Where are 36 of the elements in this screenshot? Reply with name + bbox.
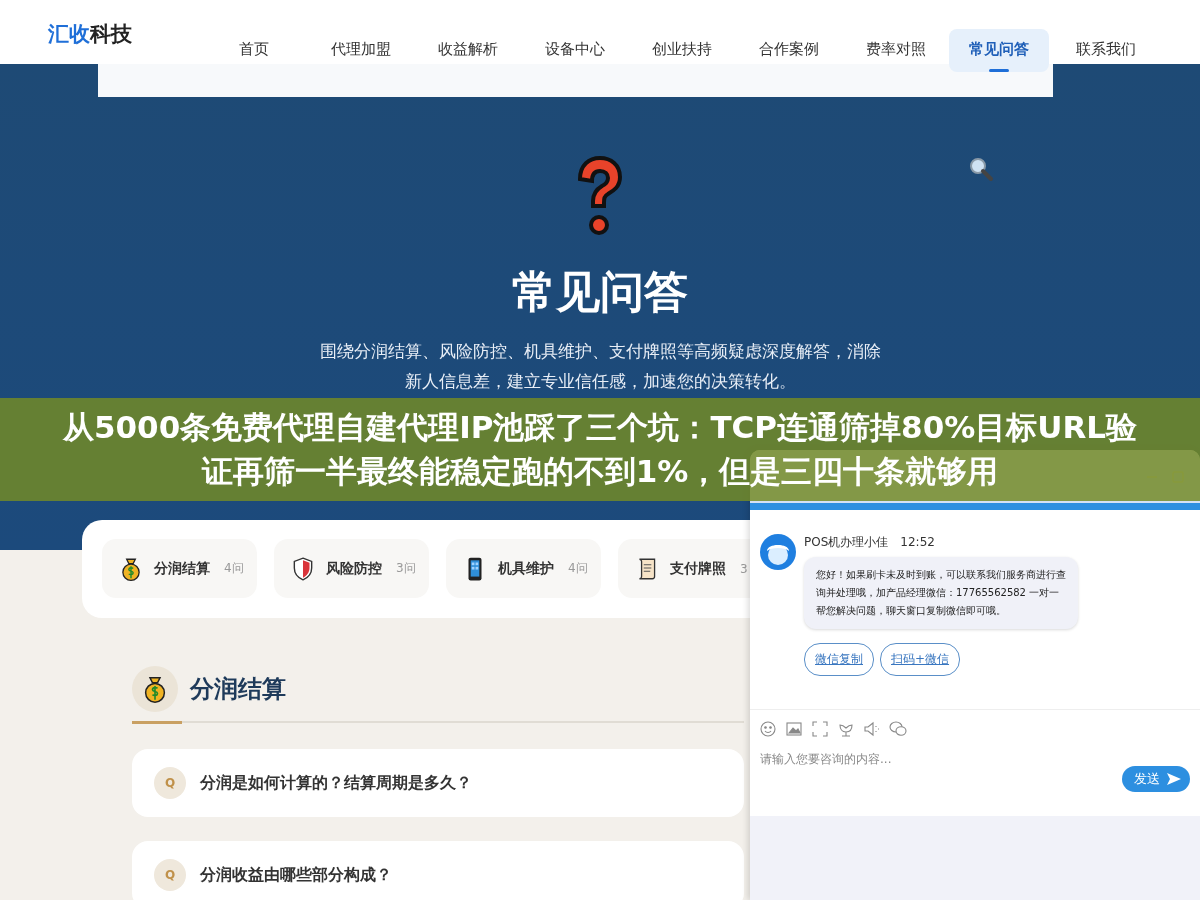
action-link[interactable]: 微信复制 (804, 643, 874, 676)
question-text: 分润收益由哪些部分构成？ (200, 864, 392, 886)
category-chip[interactable]: 机具维护 4问 (446, 539, 601, 598)
avatar-icon (760, 534, 796, 570)
nav-tab[interactable]: 代理加盟 (307, 29, 414, 61)
screenshot-icon[interactable] (811, 720, 829, 738)
q-badge: Q (154, 767, 186, 799)
emoji-icon[interactable] (759, 720, 777, 738)
category-chip[interactable]: 风险防控 3问 (274, 539, 429, 598)
nav-tab[interactable]: 首页 (200, 29, 307, 61)
nav-tab[interactable]: 费率对照 (842, 29, 949, 61)
message-input[interactable]: 请输入您要咨询的内容... (760, 748, 1060, 770)
chat-bubbles-icon[interactable] (889, 720, 907, 738)
nav-tab[interactable]: 合作案例 (735, 29, 842, 61)
image-icon[interactable] (785, 720, 803, 738)
agent-name: POS机办理小佳 12:52 (804, 534, 936, 551)
speaker-icon[interactable] (863, 720, 881, 738)
question-card[interactable]: Q 分润收益由哪些部分构成？ (132, 841, 744, 900)
send-icon (1166, 772, 1182, 786)
nav-tab[interactable]: 创业扶持 (628, 29, 735, 61)
chat-message: 您好！如果刷卡未及时到账，可以联系我们服务商进行查询并处理哦，加产品经理微信：17765562582 一对一帮您解决问题，聊天窗口复制微信即可哦。 (804, 557, 1078, 629)
nav-tab[interactable]: 收益解析 (414, 29, 521, 61)
headline-toast: 从5000条免费代理自建代理IP池踩了三个坑：TCP连通筛掉80%目标URL验证再筛一半最终能稳定跑的不到1%，但是三四十条就够用 (0, 398, 1200, 501)
logo[interactable]: 汇收科技 (48, 20, 132, 48)
page-subtitle: 围绕分润结算、风险防控、机具维护、支付牌照等高频疑虑深度解答，消除新人信息差，建立专业信任感，加速您的决策转化。 (318, 340, 882, 393)
action-link[interactable]: 扫码+微信 (880, 643, 961, 676)
page-title: 常见问答 (512, 265, 688, 319)
q-badge: Q (154, 859, 186, 891)
category-chip[interactable]: 分润结算 4问 (102, 539, 257, 598)
nav-tab[interactable]: 设备中心 (521, 29, 628, 61)
nav-tab[interactable]: 常见问答 (949, 29, 1049, 72)
question-text: 分润是如何计算的？结算周期是多久？ (200, 772, 472, 794)
question-card[interactable]: Q 分润是如何计算的？结算周期是多久？ (132, 749, 744, 817)
section-title: 分润结算 (190, 674, 286, 705)
search-icon[interactable] (968, 156, 994, 182)
nav-tab[interactable]: 联系我们 (1052, 29, 1159, 61)
